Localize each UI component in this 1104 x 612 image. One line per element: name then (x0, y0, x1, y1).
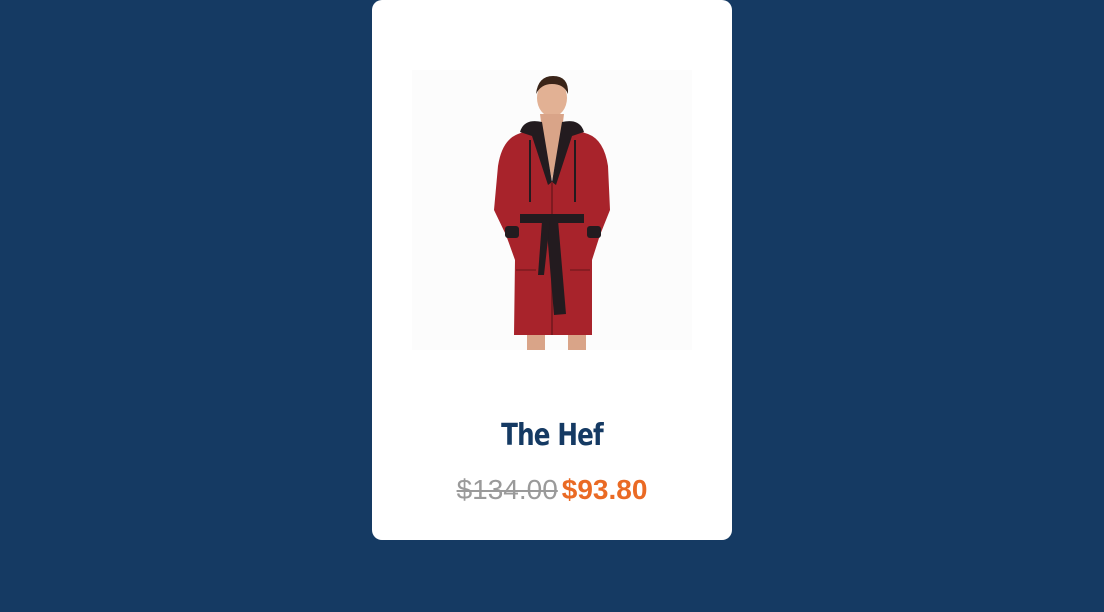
product-title[interactable]: The Hef (404, 414, 699, 458)
original-price: $134.00 (456, 474, 558, 505)
price-row: $134.00 $93.80 (372, 472, 732, 508)
sale-price: $93.80 (561, 474, 648, 505)
product-card[interactable]: The Hef $134.00 $93.80 (372, 0, 732, 540)
robe-illustration (494, 76, 610, 350)
product-image[interactable] (412, 70, 692, 350)
